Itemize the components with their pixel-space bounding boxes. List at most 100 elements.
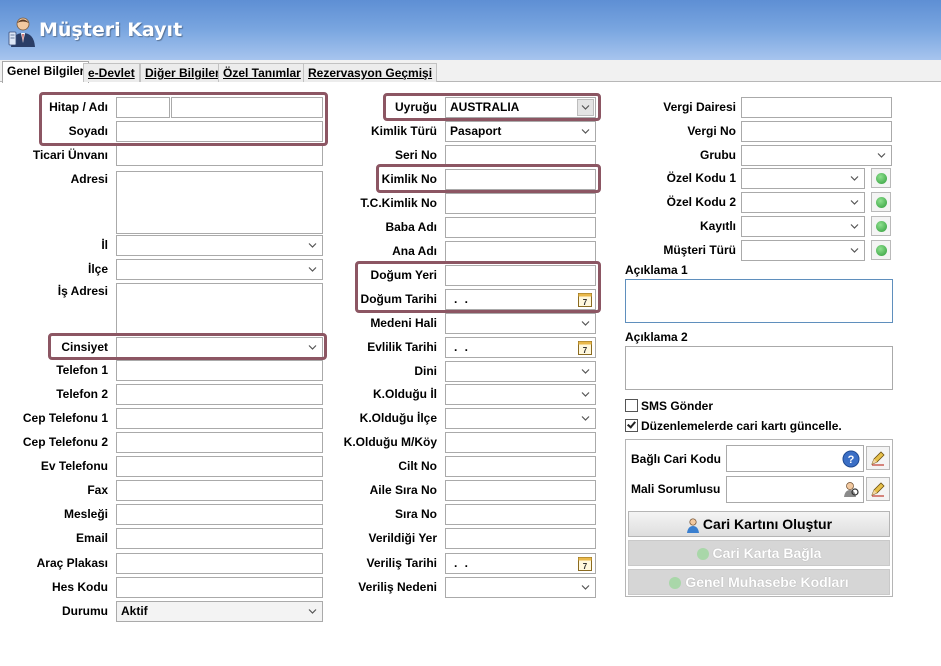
add-musteri-turu-button[interactable] — [871, 240, 891, 260]
ilce-label: İlçe — [87, 262, 108, 276]
add-kayitli-button[interactable] — [871, 216, 891, 236]
email-input[interactable] — [116, 528, 323, 549]
genel-muhasebe-kodlari-button[interactable]: Genel Muhasebe Kodları — [628, 569, 890, 595]
fax-input[interactable] — [116, 480, 323, 501]
k-oldugu-il-select[interactable] — [445, 384, 596, 405]
dini-select[interactable] — [445, 361, 596, 382]
adresi-label: Adresi — [70, 172, 108, 186]
kayitli-select[interactable] — [741, 216, 865, 237]
telefon2-input[interactable] — [116, 384, 323, 405]
is-adresi-label: İş Adresi — [57, 284, 108, 298]
link-icon — [696, 548, 709, 561]
ev-telefonu-label: Ev Telefonu — [40, 459, 108, 473]
vergi-no-input[interactable] — [741, 121, 892, 142]
cep-telefonu2-input[interactable] — [116, 432, 323, 453]
ana-adi-input[interactable] — [445, 241, 596, 262]
uyrugu-select[interactable]: AUSTRALIA — [445, 97, 596, 118]
hes-kodu-input[interactable] — [116, 577, 323, 598]
musteri-turu-select[interactable] — [741, 240, 865, 261]
grubu-label: Grubu — [700, 148, 736, 162]
medeni-hali-select[interactable] — [445, 313, 596, 334]
uyrugu-label: Uyruğu — [395, 100, 437, 114]
tc-kimlik-no-input[interactable] — [445, 193, 596, 214]
verilis-tarihi-date[interactable]: . . 7 — [445, 553, 596, 574]
calendar-icon[interactable]: 7 — [578, 340, 592, 355]
aciklama2-textarea[interactable] — [625, 346, 893, 390]
cilt-no-input[interactable] — [445, 456, 596, 477]
add-green-icon — [876, 245, 887, 256]
cilt-no-label: Cilt No — [398, 459, 437, 473]
uyrugu-value: AUSTRALIA — [450, 100, 520, 114]
baba-adi-input[interactable] — [445, 217, 596, 238]
grubu-select[interactable] — [741, 145, 892, 166]
chevron-down-icon — [850, 224, 859, 229]
person-search-icon[interactable] — [842, 480, 860, 498]
ozel-kodu1-label: Özel Kodu 1 — [666, 171, 736, 185]
is-adresi-textarea[interactable] — [116, 283, 323, 335]
tab-e-devlet[interactable]: e-Devlet — [83, 63, 140, 82]
cari-karti-olustur-button[interactable]: Cari Kartını Oluştur — [628, 511, 890, 537]
edit-mali-sorumlusu-button[interactable] — [866, 477, 890, 501]
dogum-tarihi-date[interactable]: . . 7 — [445, 289, 596, 310]
cinsiyet-select[interactable] — [116, 337, 323, 358]
soyadi-input[interactable] — [116, 121, 323, 142]
chevron-down-icon — [308, 609, 317, 614]
cari-karta-bagla-button[interactable]: Cari Karta Bağla — [628, 540, 890, 566]
adi-input[interactable] — [171, 97, 323, 118]
dropdown-button[interactable] — [577, 99, 594, 116]
help-icon[interactable]: ? — [842, 450, 860, 468]
durumu-select[interactable]: Aktif — [116, 601, 323, 622]
evlilik-tarihi-date[interactable]: . . 7 — [445, 337, 596, 358]
add-green-icon — [876, 197, 887, 208]
add-green-icon — [876, 173, 887, 184]
tab-ozel-tanimlar[interactable]: Özel Tanımlar — [218, 63, 306, 82]
verildigi-yer-input[interactable] — [445, 528, 596, 549]
verilis-nedeni-select[interactable] — [445, 577, 596, 598]
cep-telefonu1-input[interactable] — [116, 408, 323, 429]
tab-diger-bilgiler[interactable]: Diğer Bilgiler — [140, 63, 225, 82]
ozel-kodu2-select[interactable] — [741, 192, 865, 213]
tab-label: Rezervasyon Geçmişi — [308, 66, 433, 80]
kimlik-turu-value: Pasaport — [450, 124, 502, 138]
tab-genel-bilgiler[interactable]: Genel Bilgiler — [2, 61, 90, 83]
aciklama1-textarea[interactable] — [625, 279, 893, 323]
ana-adi-label: Ana Adı — [392, 244, 437, 258]
telefon1-input[interactable] — [116, 360, 323, 381]
il-select[interactable] — [116, 235, 323, 256]
arac-plakasi-input[interactable] — [116, 553, 323, 574]
dogum-yeri-input[interactable] — [445, 265, 596, 286]
k-oldugu-mkoy-input[interactable] — [445, 432, 596, 453]
hitap-adi-label: Hitap / Adı — [49, 100, 108, 114]
calendar-icon[interactable]: 7 — [578, 556, 592, 571]
adresi-textarea[interactable] — [116, 171, 323, 234]
kimlik-no-input[interactable] — [445, 169, 596, 190]
aile-sira-no-input[interactable] — [445, 480, 596, 501]
ticari-unvani-input[interactable] — [116, 145, 323, 166]
sms-gonder-label: SMS Gönder — [641, 399, 714, 413]
evlilik-tarihi-value: . . — [454, 340, 471, 354]
duzenleme-checkbox[interactable] — [625, 419, 638, 432]
chevron-down-icon — [308, 267, 317, 272]
ilce-select[interactable] — [116, 259, 323, 280]
sira-no-input[interactable] — [445, 504, 596, 525]
ev-telefonu-input[interactable] — [116, 456, 323, 477]
aile-sira-no-label: Aile Sıra No — [369, 483, 437, 497]
edit-pencil-icon — [871, 482, 885, 497]
hitap-input[interactable] — [116, 97, 170, 118]
sms-gonder-checkbox[interactable] — [625, 399, 638, 412]
k-oldugu-ilce-label: K.Olduğu İlçe — [359, 411, 437, 425]
edit-bagli-cari-button[interactable] — [866, 446, 890, 470]
vergi-dairesi-input[interactable] — [741, 97, 892, 118]
svg-text:7: 7 — [583, 298, 588, 307]
chevron-down-icon — [581, 585, 590, 590]
ozel-kodu1-select[interactable] — [741, 168, 865, 189]
add-ozel-kodu2-button[interactable] — [871, 192, 891, 212]
email-label: Email — [75, 531, 108, 545]
seri-no-input[interactable] — [445, 145, 596, 166]
add-ozel-kodu1-button[interactable] — [871, 168, 891, 188]
meslegi-input[interactable] — [116, 504, 323, 525]
kimlik-turu-select[interactable]: Pasaport — [445, 121, 596, 142]
tab-rezervasyon-gecmisi[interactable]: Rezervasyon Geçmişi — [303, 63, 438, 82]
calendar-icon[interactable]: 7 — [578, 292, 592, 307]
k-oldugu-ilce-select[interactable] — [445, 408, 596, 429]
